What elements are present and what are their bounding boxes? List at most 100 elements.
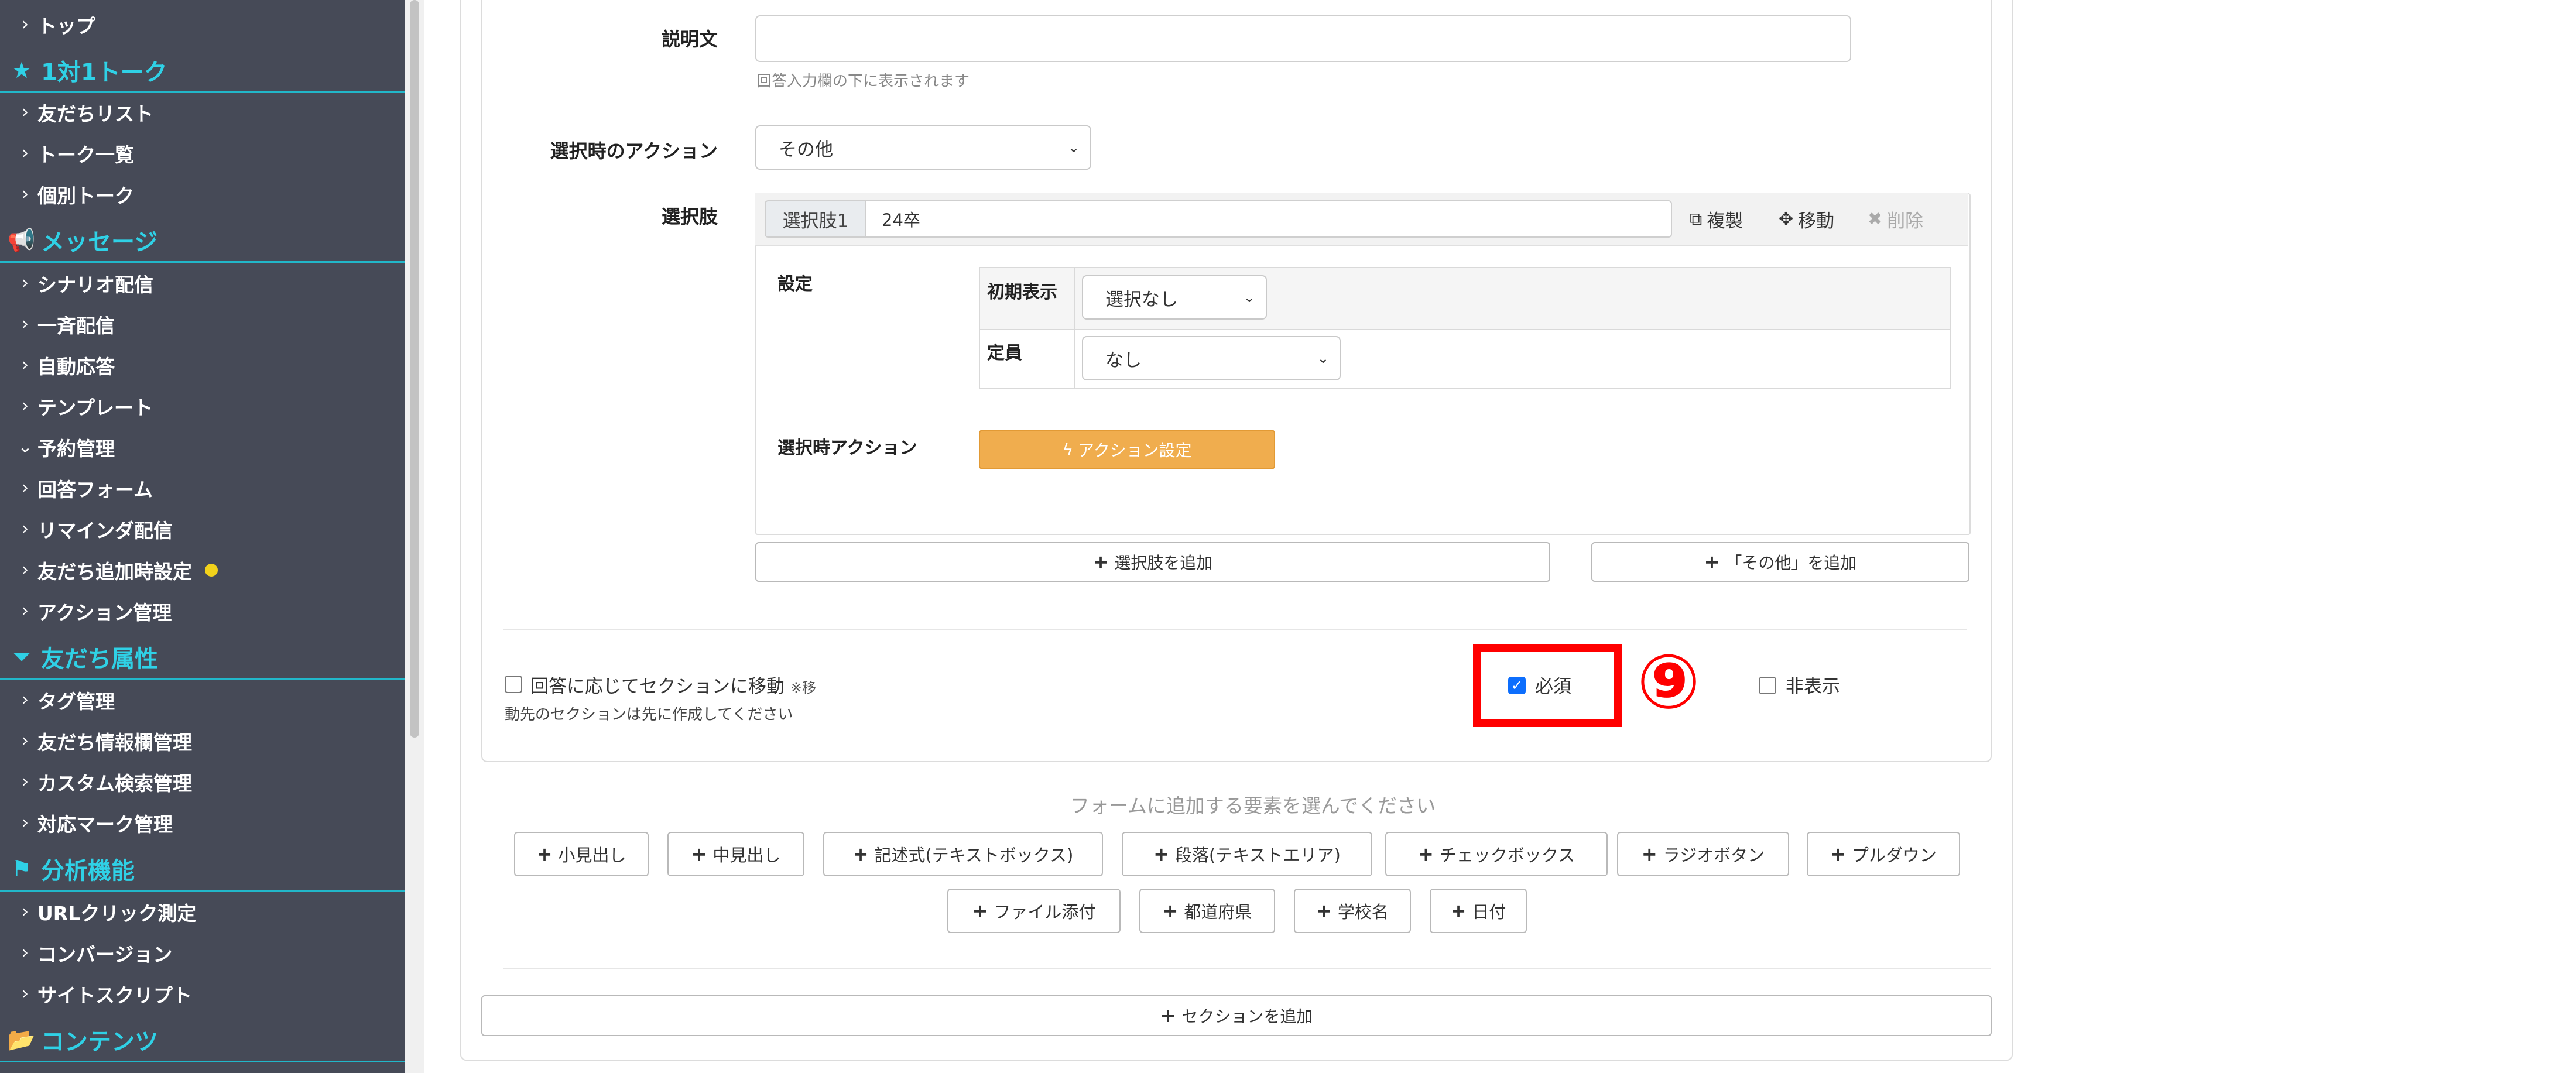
sidebar-item[interactable]: › カスタム検索管理 (0, 765, 405, 800)
chevron-down-icon: ⌄ (18, 437, 33, 457)
sidebar-item[interactable]: › テンプレート (0, 389, 405, 424)
add-choice-button[interactable]: + 選択肢を追加 (755, 542, 1550, 582)
folder-open-icon: 📂 (8, 1026, 36, 1053)
sidebar-item[interactable]: › トップ (0, 7, 405, 42)
description-help: 回答入力欄の下に表示されます (756, 73, 970, 90)
sidebar-item-label: 友だち追加時設定 (37, 560, 192, 583)
sidebar-item[interactable]: › 回答フォーム (0, 471, 405, 506)
choice-number-addon: 選択肢1 (765, 200, 866, 238)
button-label: 日付 (1472, 902, 1506, 922)
chevron-down-icon: ⌄ (1317, 350, 1329, 366)
add-date-button[interactable]: + 日付 (1430, 889, 1527, 933)
add-radio-button[interactable]: + ラジオボタン (1617, 832, 1789, 876)
add-textbox-button[interactable]: + 記述式(テキストボックス) (823, 832, 1103, 876)
add-checkbox-button[interactable]: + チェックボックス (1385, 832, 1608, 876)
plus-icon: + (852, 843, 869, 865)
initial-display-dropdown[interactable]: 選択なし ⌄ (1082, 275, 1267, 320)
add-section-button[interactable]: + セクションを追加 (481, 995, 1992, 1036)
divider (503, 968, 1991, 969)
plus-icon: + (1153, 843, 1170, 865)
capacity-dropdown[interactable]: なし ⌄ (1082, 336, 1341, 380)
sidebar-section-header[interactable]: 📂 コンテンツ (0, 1019, 405, 1062)
sidebar-item-label: テンプレート (37, 396, 153, 419)
sidebar-header-label: 友だち属性 (41, 646, 158, 673)
add-file-button[interactable]: + ファイル添付 (947, 889, 1121, 933)
sidebar-item[interactable]: › 友だち情報欄管理 (0, 724, 405, 759)
sidebar-item[interactable]: › URLクリック測定 (0, 894, 405, 930)
filter-icon: ⏷ (12, 643, 31, 670)
megaphone-icon: 📢 (8, 227, 36, 253)
sidebar-item[interactable]: › サイトスクリプト (0, 976, 405, 1012)
settings-label: 設定 (777, 274, 813, 294)
chevron-right-icon: › (22, 690, 29, 710)
sidebar-item[interactable]: › トーク一覧 (0, 136, 405, 171)
sidebar-item[interactable]: ⌄ 予約管理 (0, 430, 405, 465)
sidebar-item[interactable]: › 一斉配信 (0, 307, 405, 342)
sidebar-item[interactable]: › コンバージョン (0, 935, 405, 971)
add-other-button[interactable]: + 「その他」を追加 (1591, 542, 1969, 582)
button-label: 小見出し (558, 845, 626, 865)
jump-section-checkbox[interactable] (505, 676, 522, 693)
chevron-down-icon: ⌄ (1067, 139, 1080, 156)
add-prefecture-button[interactable]: + 都道府県 (1139, 889, 1275, 933)
required-highlight-box (1473, 644, 1622, 727)
button-label: 中見出し (712, 845, 781, 865)
delete-choice-button[interactable]: ✖ 削除 (1868, 205, 1923, 233)
sidebar-item[interactable]: › 個別トーク (0, 177, 405, 212)
chevron-right-icon: › (22, 901, 29, 922)
sidebar-item-label: シナリオ配信 (37, 273, 153, 296)
sidebar-section-header[interactable]: ⏷ 友だち属性 (0, 636, 405, 680)
notification-dot (205, 564, 218, 577)
chevron-right-icon: › (22, 273, 29, 293)
add-pulldown-button[interactable]: + プルダウン (1807, 832, 1960, 876)
jump-section-help: 動先のセクションは先に作成してください (505, 706, 793, 724)
sidebar-section-header[interactable]: ⚑ 分析機能 (0, 848, 405, 892)
sidebar-section-header[interactable]: ★ 1対1トーク (0, 49, 405, 93)
add-section-label: セクションを追加 (1181, 1007, 1313, 1026)
action-on-select-dropdown[interactable]: その他 ⌄ (755, 125, 1091, 170)
description-label: 説明文 (661, 28, 718, 50)
star-icon: ★ (11, 57, 32, 83)
hidden-checkbox[interactable] (1759, 677, 1776, 694)
button-label: ファイル添付 (994, 902, 1096, 922)
sidebar: › トップ ★ 1対1トーク › 友だちリスト › トーク一覧 › 個別トーク 📢 メッセージ › シナリ… (0, 0, 405, 1073)
move-arrows-icon: ✥ (1779, 208, 1794, 229)
sidebar-item-label: アクション管理 (37, 601, 172, 624)
sidebar-item[interactable]: › 友だちリスト (0, 95, 405, 130)
sidebar-item[interactable]: › 友だち追加時設定 (0, 553, 405, 588)
sidebar-item[interactable]: › 自動応答 (0, 348, 405, 383)
chevron-right-icon: › (22, 601, 29, 621)
sidebar-item-label: コンバージョン (37, 943, 173, 966)
sidebar-item[interactable]: › タグ管理 (0, 683, 405, 718)
sidebar-item-label: サイトスクリプト (37, 984, 192, 1007)
copy-choice-button[interactable]: ⧉ 複製 (1690, 205, 1743, 233)
initial-display-value: 選択なし (1105, 289, 1178, 310)
add-textarea-button[interactable]: + 段落(テキストエリア) (1122, 832, 1372, 876)
chevron-right-icon: › (22, 102, 29, 122)
choices-label: 選択肢 (661, 205, 718, 228)
table-divider (1074, 268, 1075, 388)
plus-icon: + (972, 900, 988, 922)
add-small-heading-button[interactable]: + 小見出し (514, 832, 649, 876)
action-settings-button[interactable]: ϟ アクション設定 (979, 430, 1275, 469)
description-input[interactable] (755, 15, 1851, 62)
move-label: 移動 (1798, 210, 1835, 232)
capacity-value: なし (1105, 349, 1142, 371)
move-choice-button[interactable]: ✥ 移動 (1779, 205, 1834, 233)
sidebar-section-header[interactable]: 📢 メッセージ (0, 219, 405, 263)
sidebar-item[interactable]: › 対応マーク管理 (0, 805, 405, 841)
action-settings-label: アクション設定 (1077, 441, 1192, 460)
sidebar-item[interactable]: › アクション管理 (0, 594, 405, 629)
delete-label: 削除 (1887, 210, 1924, 232)
add-school-button[interactable]: + 学校名 (1294, 889, 1411, 933)
copy-icon: ⧉ (1690, 208, 1703, 229)
add-medium-heading-button[interactable]: + 中見出し (667, 832, 804, 876)
sidebar-item[interactable]: › リマインダ配信 (0, 512, 405, 547)
action-on-select-value: その他 (779, 139, 833, 160)
chevron-right-icon: › (22, 143, 29, 163)
plus-icon: + (1316, 900, 1332, 922)
chevron-right-icon: › (22, 519, 29, 539)
choice-text-input[interactable]: 24卒 (865, 200, 1672, 238)
sidebar-item[interactable]: › シナリオ配信 (0, 266, 405, 301)
sidebar-scrollbar-thumb[interactable] (410, 0, 419, 738)
